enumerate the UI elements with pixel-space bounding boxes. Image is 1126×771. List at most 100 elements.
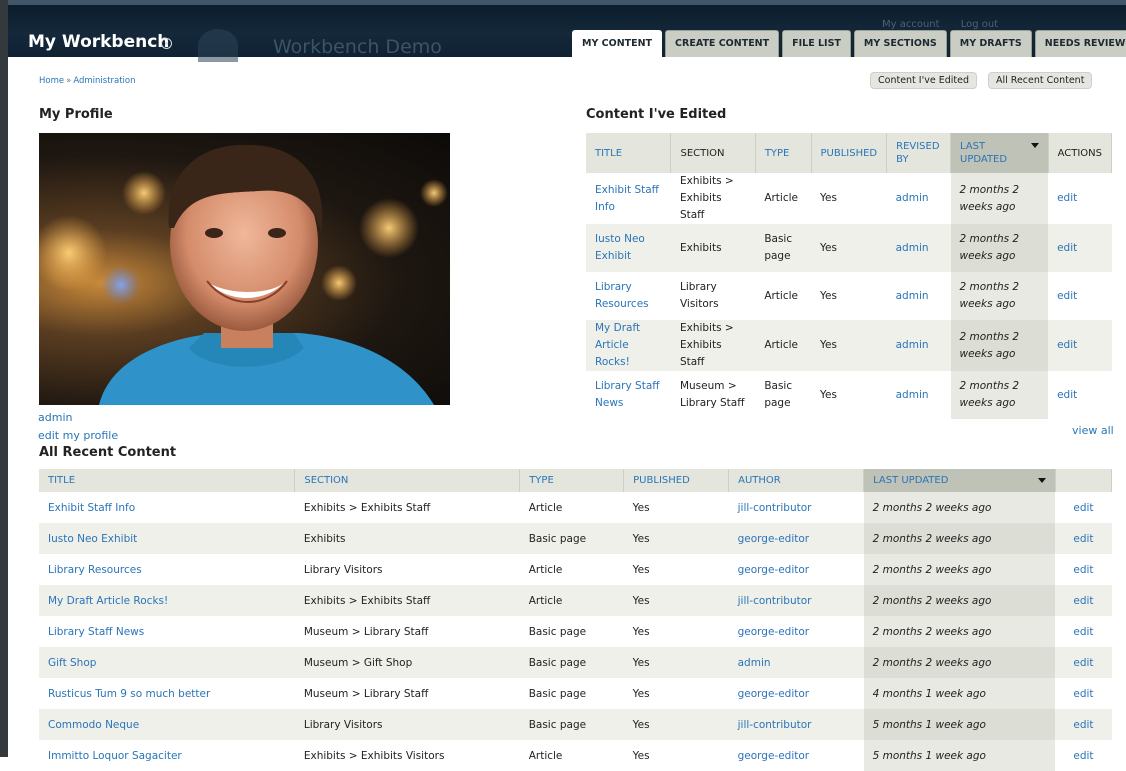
table-row: Commodo Neque Library Visitors Basic page Y…: [39, 709, 1112, 740]
content-published: Yes: [811, 173, 887, 224]
content-title-link[interactable]: Library Staff News: [595, 380, 660, 409]
author-link[interactable]: george-editor: [738, 750, 810, 762]
tab-my-sections[interactable]: MY SECTIONS: [853, 30, 947, 57]
content-title-link[interactable]: Iusto Neo Exhibit: [48, 533, 137, 545]
all-recent-content-table: TITLE SECTION TYPE PUBLISHED AUTHOR LAST…: [39, 469, 1113, 771]
breadcrumb-home[interactable]: Home: [39, 76, 64, 86]
content-section: Exhibits > Exhibits Visitors: [294, 740, 520, 771]
edit-link[interactable]: edit: [1057, 389, 1077, 401]
content-title-link[interactable]: Library Resources: [48, 564, 142, 576]
settings-icon[interactable]: [161, 38, 172, 49]
revised-by-link[interactable]: admin: [896, 192, 929, 204]
column-type[interactable]: TYPE: [519, 469, 625, 492]
content-title-link[interactable]: Gift Shop: [48, 657, 96, 669]
content-updated: 2 months 2 weeks ago: [863, 554, 1056, 585]
table-row: My Draft Article Rocks! Exhibits > Exhib…: [586, 320, 1112, 371]
content-edited-button[interactable]: Content I've Edited: [870, 72, 977, 89]
column-title[interactable]: TITLE: [39, 469, 296, 492]
content-section: Exhibits > Exhibits Staff: [294, 492, 520, 523]
edit-link[interactable]: edit: [1073, 564, 1093, 576]
content-title-link[interactable]: Exhibit Staff Info: [48, 502, 135, 514]
content-title-link[interactable]: Iusto Neo Exhibit: [595, 233, 645, 262]
content-title-link[interactable]: Rusticus Tum 9 so much better: [48, 688, 210, 700]
column-last-updated[interactable]: LAST UPDATED: [950, 133, 1049, 173]
author-link[interactable]: george-editor: [738, 688, 810, 700]
author-link[interactable]: jill-contributor: [738, 719, 812, 731]
content-section: Exhibits: [294, 523, 520, 554]
column-section[interactable]: SECTION: [294, 469, 521, 492]
author-link[interactable]: george-editor: [738, 533, 810, 545]
revised-by-link[interactable]: admin: [896, 339, 929, 351]
tab-my-drafts[interactable]: MY DRAFTS: [949, 30, 1032, 57]
tab-my-content[interactable]: MY CONTENT: [572, 30, 663, 57]
content-type: Basic page: [519, 709, 624, 740]
site-name: Workbench Demo: [273, 36, 442, 58]
table-row: Immitto Loquor Sagaciter Exhibits > Exhib…: [39, 740, 1112, 771]
content-updated: 2 months 2 weeks ago: [950, 173, 1049, 224]
content-title-link[interactable]: Immitto Loquor Sagaciter: [48, 750, 182, 762]
table-header-row: TITLE SECTION TYPE PUBLISHED AUTHOR LAST…: [39, 469, 1113, 492]
all-recent-content-button[interactable]: All Recent Content: [987, 72, 1093, 89]
edit-link[interactable]: edit: [1073, 502, 1093, 514]
content-title-link[interactable]: Commodo Neque: [48, 719, 139, 731]
column-revised-by[interactable]: REVISED BY: [886, 133, 951, 173]
author-link[interactable]: jill-contributor: [738, 595, 812, 607]
content-published: Yes: [811, 272, 887, 320]
edit-link[interactable]: edit: [1057, 290, 1077, 302]
content-updated: 2 months 2 weeks ago: [863, 492, 1056, 523]
column-published[interactable]: PUBLISHED: [811, 133, 888, 173]
breadcrumb-administration[interactable]: Administration: [73, 76, 135, 86]
content-section: Exhibits > Exhibits Staff: [670, 173, 756, 224]
all-recent-content-heading: All Recent Content: [39, 445, 177, 460]
my-account-link[interactable]: My account: [882, 19, 940, 30]
drupal-logo-icon: [198, 29, 238, 62]
table-row: Library Staff News Museum > Library Staff…: [39, 616, 1112, 647]
content-title-link[interactable]: Library Resources: [595, 281, 649, 310]
edit-link[interactable]: edit: [1073, 750, 1093, 762]
revised-by-link[interactable]: admin: [896, 290, 929, 302]
edit-profile-link[interactable]: edit my profile: [38, 429, 118, 442]
author-link[interactable]: george-editor: [738, 626, 810, 638]
content-section: Library Visitors: [294, 709, 520, 740]
table-row: Library Resources Library Visitors Artic…: [586, 272, 1112, 320]
edit-link[interactable]: edit: [1057, 242, 1077, 254]
profile-name-link[interactable]: admin: [38, 411, 72, 424]
table-row: Rusticus Tum 9 so much better Museum > Li…: [39, 678, 1112, 709]
column-actions: ACTIONS: [1048, 133, 1113, 173]
view-all-link[interactable]: view all: [1072, 424, 1114, 437]
column-type[interactable]: TYPE: [755, 133, 812, 173]
tab-create-content[interactable]: CREATE CONTENT: [665, 30, 780, 57]
edit-link[interactable]: edit: [1073, 595, 1093, 607]
content-type: Basic page: [755, 224, 811, 272]
tab-file-list[interactable]: FILE LIST: [782, 30, 851, 57]
column-title[interactable]: TITLE: [586, 133, 672, 173]
content-title-link[interactable]: Library Staff News: [48, 626, 144, 638]
revised-by-link[interactable]: admin: [896, 242, 929, 254]
edit-link[interactable]: edit: [1057, 339, 1077, 351]
content-published: Yes: [811, 224, 887, 272]
revised-by-link[interactable]: admin: [896, 389, 929, 401]
tab-needs-review[interactable]: NEEDS REVIEW: [1034, 30, 1126, 57]
edit-link[interactable]: edit: [1073, 719, 1093, 731]
content-title-link[interactable]: My Draft Article Rocks!: [595, 322, 640, 368]
edit-link[interactable]: edit: [1073, 688, 1093, 700]
content-type: Basic page: [519, 616, 624, 647]
edit-link[interactable]: edit: [1073, 626, 1093, 638]
edit-link[interactable]: edit: [1073, 533, 1093, 545]
table-row: Exhibit Staff Info Exhibits > Exhibits S…: [586, 173, 1112, 224]
author-link[interactable]: admin: [738, 657, 771, 669]
edit-link[interactable]: edit: [1057, 192, 1077, 204]
edit-link[interactable]: edit: [1073, 657, 1093, 669]
author-link[interactable]: george-editor: [738, 564, 810, 576]
column-last-updated-label: LAST UPDATED: [873, 475, 949, 486]
content-section: Library Visitors: [294, 554, 520, 585]
content-type: Article: [755, 272, 811, 320]
site-title[interactable]: My Workbench: [28, 32, 169, 52]
content-title-link[interactable]: My Draft Article Rocks!: [48, 595, 168, 607]
author-link[interactable]: jill-contributor: [738, 502, 812, 514]
column-published[interactable]: PUBLISHED: [623, 469, 730, 492]
content-title-link[interactable]: Exhibit Staff Info: [595, 184, 659, 213]
log-out-link[interactable]: Log out: [961, 19, 998, 30]
column-author[interactable]: AUTHOR: [728, 469, 865, 492]
column-last-updated[interactable]: LAST UPDATED: [863, 469, 1056, 492]
